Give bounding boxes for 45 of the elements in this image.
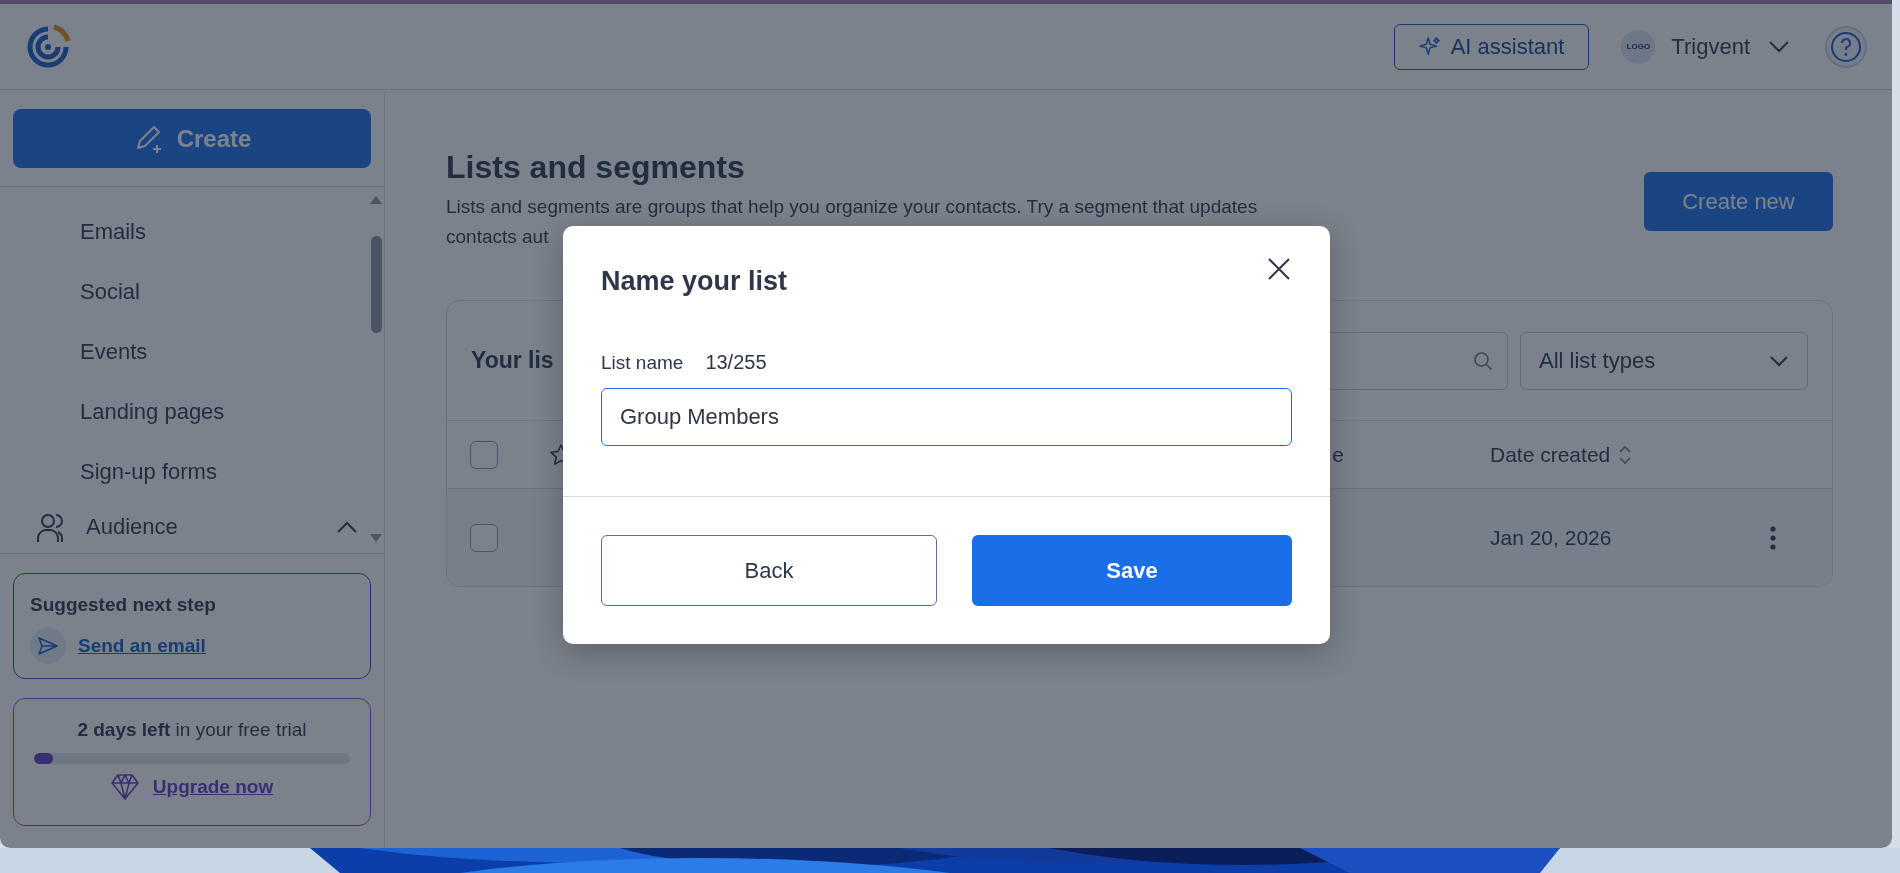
close-icon[interactable] [1266, 256, 1292, 282]
page-title: Lists and segments [446, 149, 746, 186]
column-header: e [1332, 442, 1344, 467]
scrollbar-thumb[interactable] [370, 235, 382, 333]
send-email-link[interactable]: Send an email [78, 635, 206, 657]
help-icon[interactable] [1824, 24, 1868, 69]
nav-item[interactable]: Social [0, 262, 368, 322]
field-label: List name [601, 352, 684, 374]
nav-item[interactable]: Landing pages [0, 382, 368, 442]
table-cell-text: Jan 20, 2026 [1490, 525, 1613, 550]
page-description: contacts aut [446, 225, 549, 249]
account-name[interactable]: Trigvent [1671, 33, 1750, 60]
back-button[interactable]: Back [601, 535, 937, 606]
upgrade-link[interactable]: Upgrade now [152, 776, 274, 798]
page-description: Lists and segments are groups that help you organize your contacts. Try a segment that updates [446, 195, 1258, 219]
character-counter: 13/255 [705, 351, 767, 374]
chevron-down-icon [1769, 354, 1789, 367]
chevron-down-icon[interactable] [1768, 39, 1790, 54]
trial-message: 2 days left in your free trial [77, 719, 307, 741]
nav-item[interactable]: Sign-up forms [0, 442, 368, 502]
card-title: Your lis [471, 347, 554, 374]
nav-item[interactable]: Emails [0, 202, 368, 262]
create-new-button[interactable]: Create new [1644, 172, 1833, 231]
checkbox[interactable] [470, 440, 498, 469]
more-options-icon[interactable] [1770, 525, 1776, 550]
list-type-dropdown[interactable]: All list types [1520, 331, 1808, 390]
send-icon [30, 628, 66, 664]
suggestion-heading: Suggested next step [30, 594, 217, 616]
diamond-icon [110, 774, 139, 800]
search-icon [1473, 350, 1493, 371]
list-name-field[interactable]: Group Members [601, 388, 1292, 446]
nav-item[interactable]: Events [0, 322, 368, 382]
save-button[interactable]: Save [972, 535, 1292, 606]
checkbox[interactable] [470, 523, 498, 552]
sparkle-icon [1418, 35, 1441, 58]
scroll-down-icon[interactable] [369, 533, 383, 543]
column-header[interactable]: Date created [1490, 442, 1611, 467]
dialog-title: Name your list [601, 266, 788, 297]
chevron-up-icon[interactable] [336, 520, 358, 534]
nav-section[interactable]: Audience [86, 514, 318, 540]
account-avatar[interactable]: LOGO [1621, 29, 1656, 64]
sort-icon[interactable] [1618, 443, 1633, 466]
ai-assistant-button[interactable]: AI assistant [1393, 23, 1590, 70]
create-button[interactable]: Create [13, 109, 371, 168]
scroll-up-icon[interactable] [369, 195, 383, 205]
